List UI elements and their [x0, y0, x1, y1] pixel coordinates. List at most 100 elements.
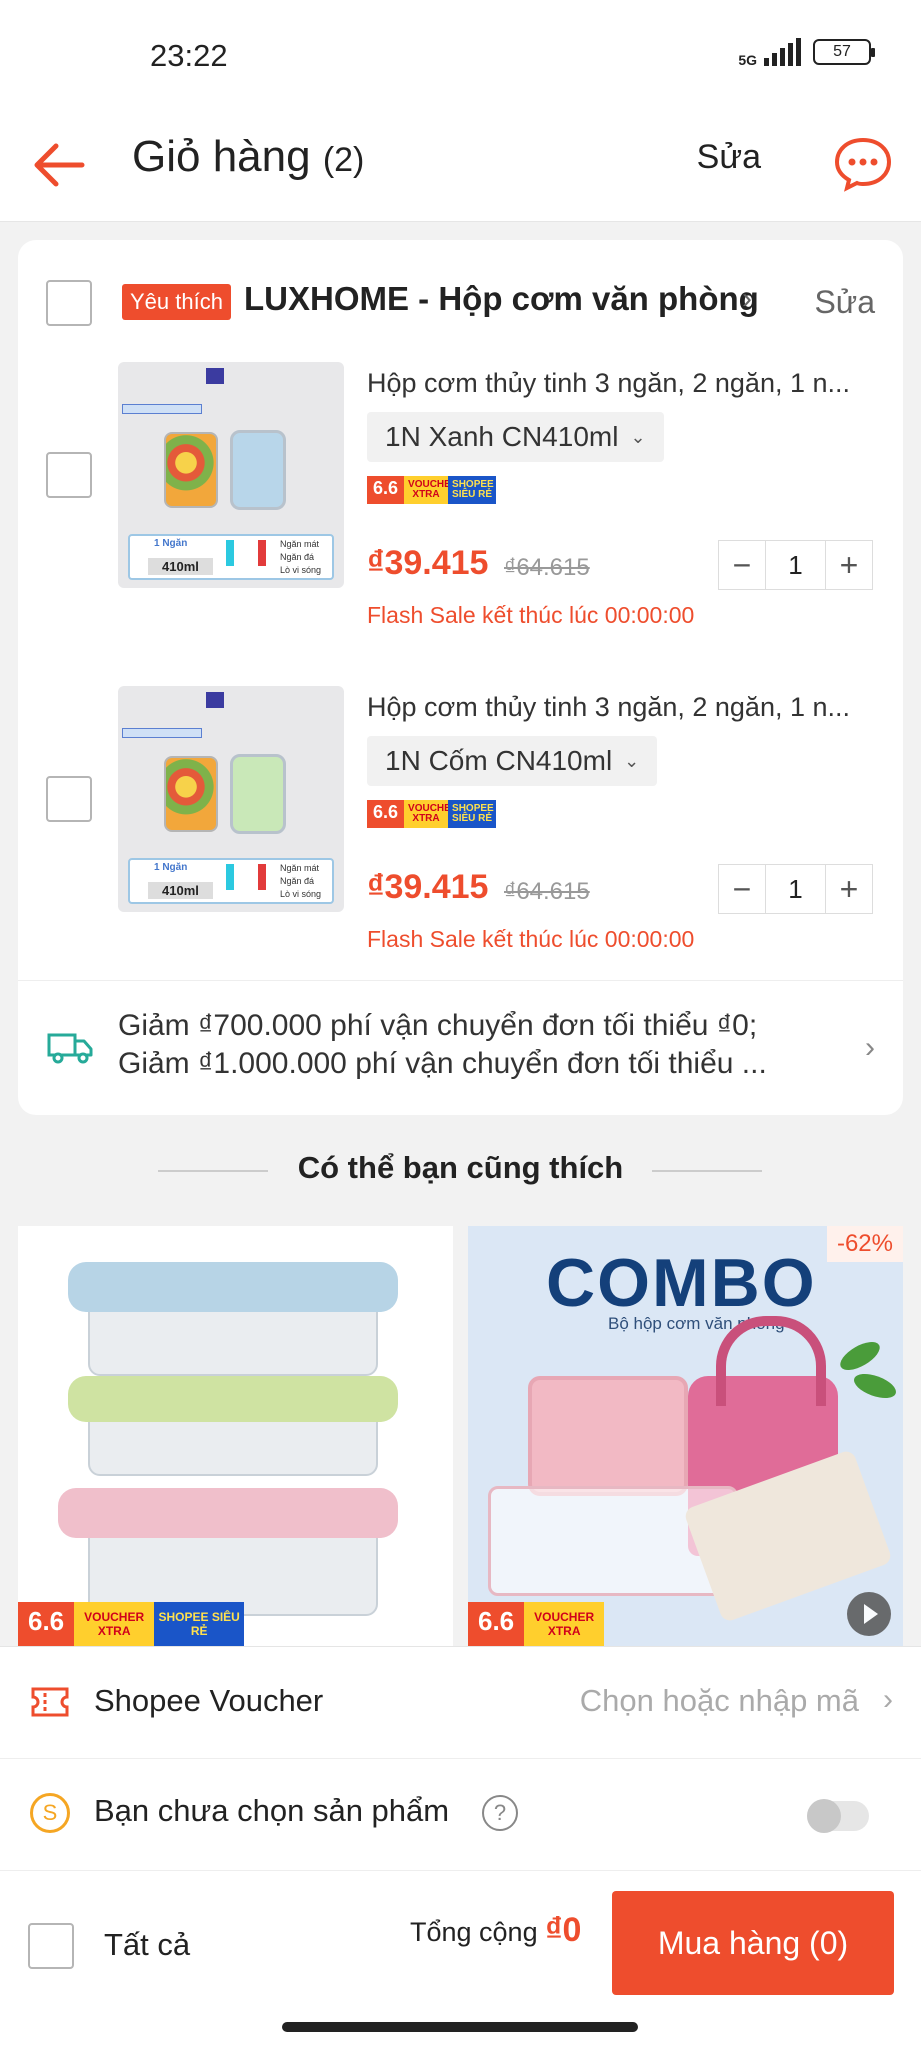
shopee-tag: SHOPEE SIÊU RẺ: [154, 1602, 245, 1646]
battery-level: 57: [833, 43, 851, 60]
checkout-button[interactable]: Mua hàng (0): [612, 1891, 894, 1995]
brand-logo: [206, 368, 266, 384]
pink-lid: [58, 1488, 398, 1538]
item-title[interactable]: Hộp cơm thủy tinh 3 ngăn, 2 ngăn, 1 n...: [367, 692, 887, 723]
cart-count: (2): [322, 141, 365, 179]
item-old-price: ₫64.615: [504, 878, 590, 905]
thumb-volume: 410ml: [148, 882, 213, 899]
increase-button[interactable]: +: [826, 864, 872, 914]
product-image[interactable]: 1 Ngăn 410ml Ngăn mát Ngăn đá Lò vi sóng: [118, 362, 344, 588]
coin-toggle[interactable]: [807, 1799, 869, 1833]
cart-item: 1 Ngăn 410ml Ngăn mát Ngăn đá Lò vi sóng…: [18, 362, 903, 672]
thumb-volume: 410ml: [148, 558, 213, 575]
favorite-badge: Yêu thích: [122, 284, 231, 320]
cold-bar: [226, 540, 234, 566]
status-icons: 5G 57: [738, 38, 875, 68]
status-time: 23:22: [150, 38, 228, 73]
edit-button[interactable]: Sửa: [697, 138, 761, 177]
shop-name[interactable]: LUXHOME - Hộp cơm văn phòng: [244, 280, 759, 318]
blue-lid: [68, 1262, 398, 1312]
feature-label: Lò vi sóng: [280, 565, 322, 575]
chevron-down-icon: ⌄: [630, 426, 646, 447]
variant-selector[interactable]: 1N Xanh CN410ml ⌄: [367, 412, 664, 462]
checkout-row: Tất cả Tổng cộng ₫0 Mua hàng (0): [0, 1871, 921, 2011]
increase-button[interactable]: +: [826, 540, 872, 590]
flash-sale-text: Flash Sale kết thúc lúc 00:00:00: [367, 926, 695, 952]
feature-label: Ngăn đá: [280, 552, 315, 562]
item-checkbox[interactable]: [46, 776, 92, 822]
sale-tag: 6.6: [367, 800, 405, 828]
voucher-label: Shopee Voucher: [94, 1683, 324, 1718]
promo-tags: 6.6 VOUCHER XTRA: [468, 1602, 605, 1646]
shop-row: Yêu thích LUXHOME - Hộp cơm văn phòng › …: [18, 240, 903, 360]
thumb-compartment: 1 Ngăn: [154, 862, 188, 873]
feature-label: Lò vi sóng: [280, 889, 322, 899]
variant-selector[interactable]: 1N Cốm CN410ml ⌄: [367, 736, 658, 786]
thumb-info: 1 Ngăn 410ml Ngăn mát Ngăn đá Lò vi sóng: [128, 858, 334, 904]
shopee-tag: SHOPEE SIÊU RẺ: [448, 800, 497, 828]
total-label: Tổng cộng ₫0: [410, 1911, 581, 1950]
coin-label: Bạn chưa chọn sản phẩm: [94, 1793, 450, 1828]
voucher-row[interactable]: Shopee Voucher Chọn hoặc nhập mã ›: [0, 1647, 921, 1759]
chevron-down-icon: ⌄: [624, 750, 640, 771]
quantity-stepper: − 1 +: [718, 864, 873, 914]
chevron-right-icon: ›: [865, 1031, 875, 1064]
shipping-discount-row[interactable]: Giảm ₫700.000 phí vận chuyển đơn tối thi…: [18, 980, 903, 1110]
voucher-tag: VOUCHER XTRA: [524, 1602, 605, 1646]
item-old-price: ₫64.615: [504, 554, 590, 581]
quantity-value[interactable]: 1: [765, 864, 826, 914]
home-indicator[interactable]: [282, 2022, 638, 2032]
shopee-tag: SHOPEE SIÊU RẺ: [448, 476, 497, 504]
thumb-compartment: 1 Ngăn: [154, 538, 188, 549]
product-image[interactable]: 1 Ngăn 410ml Ngăn mát Ngăn đá Lò vi sóng: [118, 686, 344, 912]
quantity-value[interactable]: 1: [765, 540, 826, 590]
select-all-checkbox[interactable]: [28, 1923, 74, 1969]
feature-label: Ngăn đá: [280, 876, 315, 886]
sale-tag: 6.6: [367, 476, 405, 504]
shipping-line: Giảm ₫1.000.000 phí vận chuyển đơn tối t…: [118, 1047, 767, 1080]
item-checkbox[interactable]: [46, 452, 92, 498]
leaf-icon: [835, 1336, 885, 1376]
total-value: ₫0: [545, 1911, 582, 1949]
flash-sale-text: Flash Sale kết thúc lúc 00:00:00: [367, 602, 695, 628]
chevron-right-icon[interactable]: ›: [742, 282, 752, 316]
help-icon[interactable]: ?: [482, 1795, 518, 1831]
product-card[interactable]: COMBO Bộ hộp cơm văn phòng -62% 6.6 VOUC…: [468, 1226, 903, 1646]
battery-icon: 57: [813, 39, 875, 65]
back-arrow-icon[interactable]: [30, 140, 86, 190]
voucher-tag: VOUCHER XTRA: [404, 476, 458, 504]
thumb-tag: [122, 728, 202, 738]
food-box: [164, 756, 218, 832]
lid-box: [230, 430, 286, 510]
green-lid: [68, 1376, 398, 1422]
shop-edit-button[interactable]: Sửa: [814, 284, 875, 321]
thumb-info: 1 Ngăn 410ml Ngăn mát Ngăn đá Lò vi sóng: [128, 534, 334, 580]
pink-box: [528, 1376, 688, 1496]
checkout-panel: Shopee Voucher Chọn hoặc nhập mã › S Bạn…: [0, 1646, 921, 2048]
voucher-tag: VOUCHER XTRA: [74, 1602, 155, 1646]
discount-badge: -62%: [826, 1226, 903, 1262]
product-card[interactable]: 6.6 VOUCHER XTRA SHOPEE SIÊU RẺ: [18, 1226, 453, 1646]
decrease-button[interactable]: −: [719, 540, 765, 590]
shipping-line: Giảm ₫700.000 phí vận chuyển đơn tối thi…: [118, 1009, 758, 1042]
status-bar: 23:22 5G 57: [0, 0, 921, 110]
cart-item: 1 Ngăn 410ml Ngăn mát Ngăn đá Lò vi sóng…: [18, 686, 903, 996]
chat-icon[interactable]: [833, 134, 893, 192]
network-type: 5G: [738, 52, 757, 68]
shopee-coin-icon: S: [30, 1793, 70, 1833]
thumb-features: Ngăn mát Ngăn đá Lò vi sóng: [280, 538, 321, 577]
decrease-button[interactable]: −: [719, 864, 765, 914]
promo-tags: 6.6 VOUCHER XTRA SHOPEE SIÊU RẺ: [367, 476, 497, 504]
cold-bar: [226, 864, 234, 890]
voucher-icon: [31, 1687, 69, 1717]
signal-icon: 5G: [738, 38, 801, 68]
promo-tags: 6.6 VOUCHER XTRA SHOPEE SIÊU RẺ: [18, 1602, 245, 1646]
play-icon[interactable]: [847, 1592, 891, 1636]
voucher-hint: Chọn hoặc nhập mã: [579, 1683, 859, 1718]
select-all-label[interactable]: Tất cả: [104, 1927, 190, 1963]
page-title: Giỏ hàng (2): [132, 132, 364, 182]
shop-checkbox[interactable]: [46, 280, 92, 326]
item-title[interactable]: Hộp cơm thủy tinh 3 ngăn, 2 ngăn, 1 n...: [367, 368, 887, 399]
recommendations-title: Có thể bạn cũng thích: [297, 1150, 624, 1185]
shipping-text: Giảm ₫700.000 phí vận chuyển đơn tối thi…: [118, 1007, 838, 1083]
